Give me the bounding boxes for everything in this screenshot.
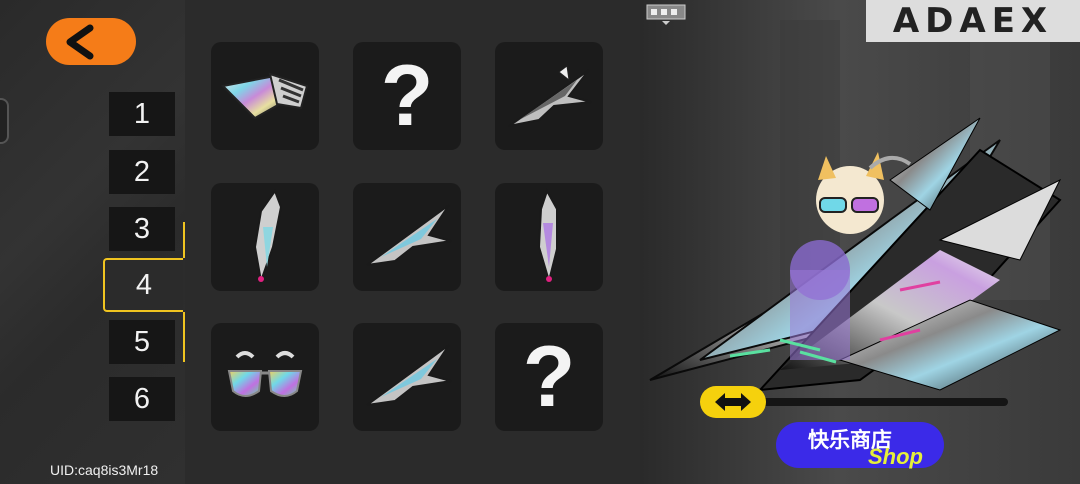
rotate-slider[interactable] (700, 386, 1008, 418)
grid-item-2-locked[interactable]: ? (353, 42, 461, 150)
shop-label-en: Shop (868, 444, 923, 469)
unknown-item-icon: ? (380, 48, 434, 144)
tab-5[interactable]: 5 (109, 320, 175, 364)
back-button[interactable] (46, 18, 136, 65)
grid-item-3[interactable] (495, 42, 603, 150)
holographic-jet-icon (366, 344, 452, 406)
slider-handle[interactable] (700, 386, 766, 418)
game-logo: ADAEX (866, 0, 1080, 42)
holographic-jet-icon (366, 204, 452, 266)
tab-2[interactable]: 2 (109, 150, 175, 194)
active-tab-connector-top (183, 222, 185, 258)
holographic-jet-icon (508, 65, 592, 127)
holographic-sunglasses-icon (227, 351, 303, 397)
tab-6[interactable]: 6 (109, 377, 175, 421)
menu-badge-icon[interactable] (646, 4, 686, 26)
shop-button[interactable]: 快乐商店 Shop (776, 422, 944, 469)
holographic-blade-icon (537, 188, 558, 285)
grid-item-5[interactable] (353, 183, 461, 291)
unknown-item-icon: ? (522, 329, 576, 425)
grid-item-4[interactable] (211, 183, 319, 291)
holographic-wings-icon (220, 72, 309, 120)
device-edge-handle (0, 98, 9, 144)
slider-track[interactable] (750, 398, 1008, 406)
user-id-label: UID:caq8is3Mr18 (50, 462, 159, 478)
grid-item-1[interactable] (211, 42, 319, 150)
tab-3[interactable]: 3 (109, 207, 175, 251)
active-tab-connector-bottom (183, 312, 185, 362)
tab-1[interactable]: 1 (109, 92, 175, 136)
tab-4[interactable]: 4 (103, 258, 183, 312)
double-arrow-icon (715, 393, 751, 411)
grid-item-6[interactable] (495, 183, 603, 291)
grid-item-9-locked[interactable]: ? (495, 323, 603, 431)
holographic-blade-icon (253, 188, 283, 285)
grid-item-8[interactable] (353, 323, 461, 431)
grid-item-7[interactable] (211, 323, 319, 431)
character-preview: ADAEX 快乐商店 Shop (640, 0, 1080, 484)
back-arrow-icon (66, 24, 94, 59)
